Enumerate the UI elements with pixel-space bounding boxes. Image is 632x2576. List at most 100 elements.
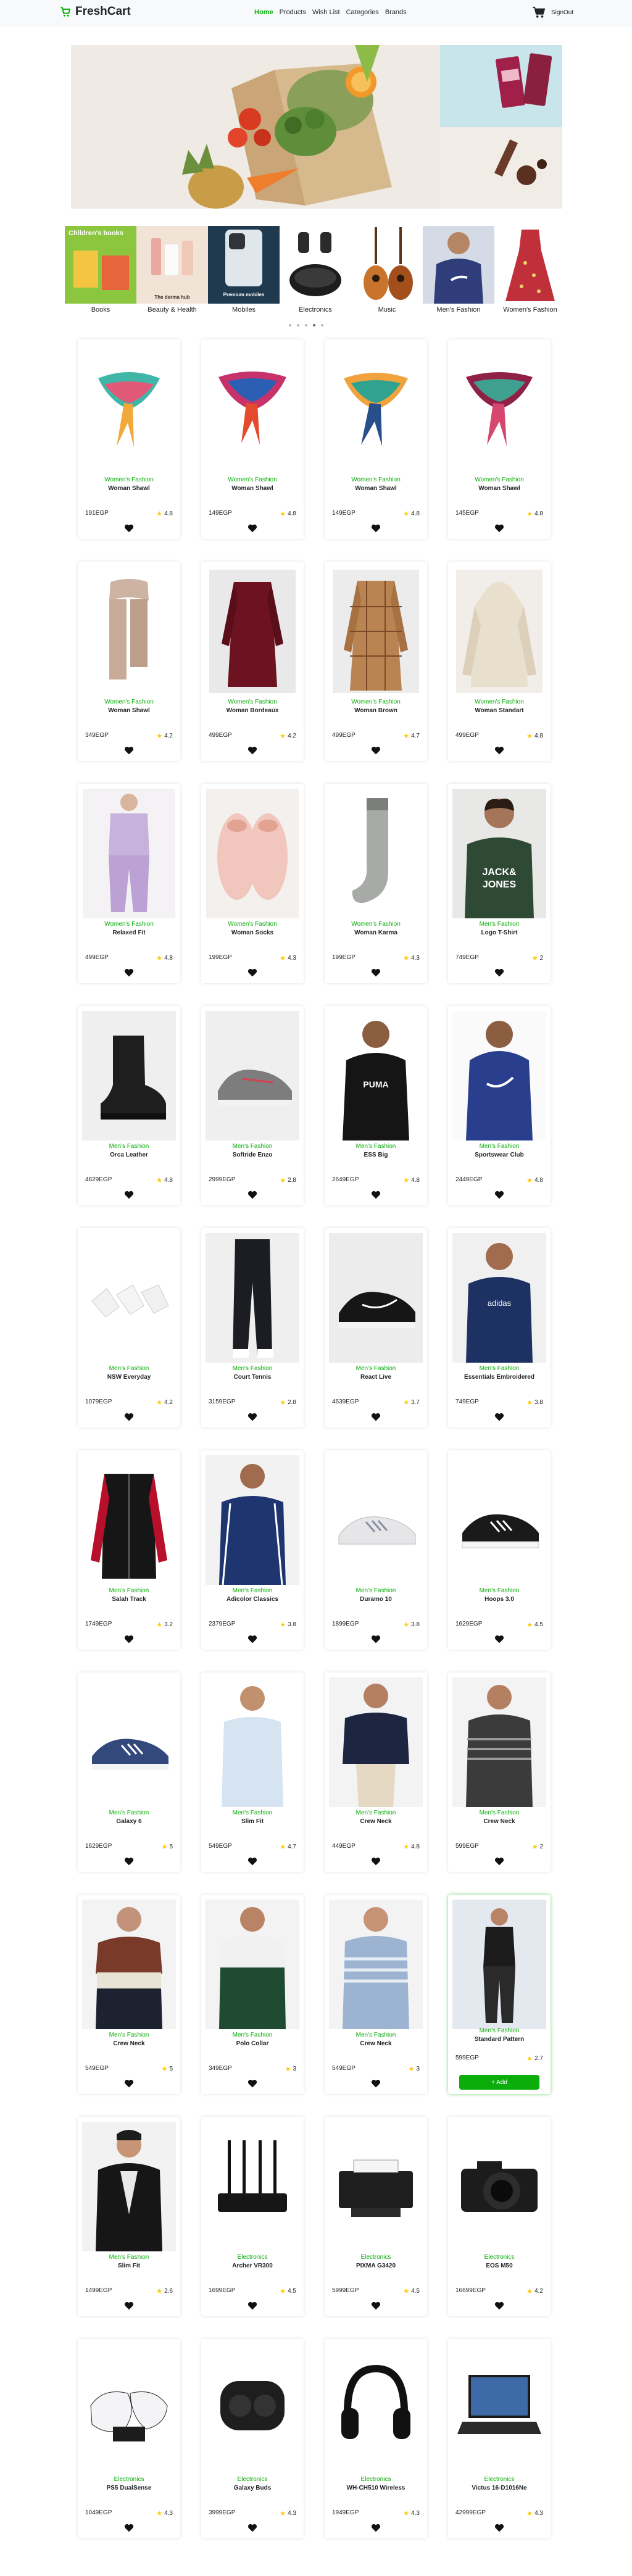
nav-link-categories[interactable]: Categories — [346, 9, 379, 16]
product-image[interactable] — [82, 1455, 176, 1585]
heart-icon[interactable] — [124, 1413, 134, 1421]
product-card[interactable]: Men's Fashion Salah Track 1749EGP ★ 3.2 — [78, 1450, 180, 1650]
product-card[interactable]: Men's Fashion Hoops 3.0 1629EGP ★ 4.5 — [448, 1450, 551, 1650]
product-card[interactable]: Men's Fashion Crew Neck 599EGP ★ 2 — [448, 1672, 551, 1872]
heart-icon[interactable] — [371, 746, 381, 755]
heart-icon[interactable] — [247, 2301, 257, 2310]
product-image[interactable] — [452, 2122, 546, 2251]
product-card[interactable]: Women's Fashion Woman Brown 499EGP ★ 4.7 — [325, 562, 427, 761]
product-image[interactable] — [206, 789, 299, 918]
product-image[interactable]: adidas — [452, 1233, 546, 1363]
product-card[interactable]: Women's Fashion Woman Shawl 145EGP ★ 4.8 — [448, 339, 551, 539]
heart-icon[interactable] — [247, 1635, 257, 1643]
product-image[interactable] — [329, 789, 423, 918]
product-image[interactable]: PUMA — [329, 1011, 423, 1141]
product-image[interactable] — [82, 344, 176, 474]
product-card[interactable]: Electronics WH-CH510 Wireless 1949EGP ★ 4.3 — [325, 2339, 427, 2538]
slider-dot[interactable] — [305, 324, 307, 326]
category-item-womens-fashion[interactable]: Women's Fashion — [494, 226, 566, 314]
heart-icon[interactable] — [247, 2079, 257, 2088]
product-image[interactable] — [329, 2122, 423, 2251]
heart-icon[interactable] — [247, 1857, 257, 1866]
product-card[interactable]: Women's Fashion Relaxed Fit 499EGP ★ 4.8 — [78, 784, 180, 983]
heart-icon[interactable] — [247, 1190, 257, 1199]
hero-slider[interactable] — [71, 45, 562, 209]
product-card[interactable]: adidas Men's Fashion Essentials Embroidere… — [448, 1228, 551, 1427]
category-item-mobiles[interactable]: Premium mobiles Mobiles — [208, 226, 280, 314]
product-image[interactable] — [82, 1900, 176, 2029]
product-image[interactable] — [206, 2122, 299, 2251]
product-image[interactable] — [82, 2122, 176, 2251]
product-card[interactable]: Women's Fashion Woman Shawl 191EGP ★ 4.8 — [78, 339, 180, 539]
heart-icon[interactable] — [371, 2524, 381, 2532]
heart-icon[interactable] — [124, 2524, 134, 2532]
product-image[interactable] — [206, 1677, 299, 1807]
heart-icon[interactable] — [494, 1413, 504, 1421]
heart-icon[interactable] — [124, 1635, 134, 1643]
product-card[interactable]: Electronics PS5 DualSense 1049EGP ★ 4.3 — [78, 2339, 180, 2538]
category-item-mens-fashion[interactable]: Men's Fashion — [423, 226, 494, 314]
heart-icon[interactable] — [124, 2301, 134, 2310]
product-card[interactable]: Men's Fashion Slim Fit 1499EGP ★ 2.6 — [78, 2117, 180, 2316]
heart-icon[interactable] — [494, 524, 504, 533]
heart-icon[interactable] — [247, 524, 257, 533]
product-image[interactable] — [206, 344, 299, 474]
product-image[interactable] — [82, 567, 176, 696]
product-card[interactable]: Women's Fashion Woman Bordeaux 499EGP ★ 4.2 — [201, 562, 304, 761]
product-card[interactable]: Men's Fashion Court Tennis 3159EGP ★ 2.8 — [201, 1228, 304, 1427]
nav-link-home[interactable]: Home — [254, 9, 273, 16]
product-card[interactable]: Women's Fashion Woman Shawl 149EGP ★ 4.8 — [325, 339, 427, 539]
heart-icon[interactable] — [371, 1635, 381, 1643]
product-image[interactable] — [206, 1233, 299, 1363]
heart-icon[interactable] — [247, 2524, 257, 2532]
product-image[interactable] — [329, 567, 423, 696]
product-image[interactable] — [206, 1455, 299, 1585]
heart-icon[interactable] — [124, 746, 134, 755]
product-image[interactable] — [82, 1011, 176, 1141]
heart-icon[interactable] — [371, 2301, 381, 2310]
product-card[interactable]: Men's Fashion Polo Collar 349EGP ★ 3 — [201, 1895, 304, 2094]
category-item-music[interactable]: Music — [351, 226, 423, 314]
product-card[interactable]: Men's Fashion Galaxy 6 1629EGP ★ 5 — [78, 1672, 180, 1872]
product-card[interactable]: Electronics Victus 16-D1016Ne 42999EGP ★ 4.3 — [448, 2339, 551, 2538]
slider-dot[interactable] — [289, 324, 291, 326]
product-image[interactable] — [452, 1455, 546, 1585]
cart-icon[interactable] — [532, 6, 546, 19]
product-image[interactable] — [452, 344, 546, 474]
product-card[interactable]: Electronics Archer VR300 1699EGP ★ 4.5 — [201, 2117, 304, 2316]
product-card[interactable]: Women's Fashion Woman Socks 199EGP ★ 4.3 — [201, 784, 304, 983]
product-image[interactable] — [329, 1455, 423, 1585]
product-image[interactable] — [82, 2344, 176, 2474]
product-image[interactable] — [452, 1900, 546, 2029]
category-item-books[interactable]: Children's books Books — [65, 226, 136, 314]
product-image[interactable] — [82, 1677, 176, 1807]
product-card[interactable]: Women's Fashion Woman Shawl 349EGP ★ 4.2 — [78, 562, 180, 761]
heart-icon[interactable] — [124, 524, 134, 533]
add-to-cart-button[interactable]: + Add — [459, 2075, 539, 2090]
product-card[interactable]: Women's Fashion Woman Karma 199EGP ★ 4.3 — [325, 784, 427, 983]
product-image[interactable] — [206, 2344, 299, 2474]
nav-link-brands[interactable]: Brands — [385, 9, 407, 16]
product-card[interactable]: Women's Fashion Woman Shawl 149EGP ★ 4.8 — [201, 339, 304, 539]
heart-icon[interactable] — [124, 1190, 134, 1199]
product-card[interactable]: Men's Fashion Softride Enzo 2999EGP ★ 2.8 — [201, 1006, 304, 1205]
heart-icon[interactable] — [494, 1857, 504, 1866]
slider-dot-active[interactable] — [313, 324, 315, 326]
product-image[interactable]: JACK& JONES — [452, 789, 546, 918]
product-card[interactable]: Electronics EOS M50 16699EGP ★ 4.2 — [448, 2117, 551, 2316]
product-image[interactable] — [82, 1233, 176, 1363]
heart-icon[interactable] — [494, 2524, 504, 2532]
heart-icon[interactable] — [247, 746, 257, 755]
product-image[interactable] — [452, 567, 546, 696]
product-card[interactable]: Men's Fashion Standard Pattern 599EGP ★ 2.7 +… — [448, 1895, 551, 2094]
nav-link-products[interactable]: Products — [280, 9, 306, 16]
product-card[interactable]: Men's Fashion Crew Neck 449EGP ★ 4.8 — [325, 1672, 427, 1872]
product-image[interactable] — [452, 1677, 546, 1807]
heart-icon[interactable] — [494, 1190, 504, 1199]
product-card[interactable]: Electronics PIXMA G3420 5999EGP ★ 4.5 — [325, 2117, 427, 2316]
product-card[interactable]: Men's Fashion Crew Neck 549EGP ★ 5 — [78, 1895, 180, 2094]
heart-icon[interactable] — [494, 1635, 504, 1643]
product-card[interactable]: JACK& JONES Men's Fashion Logo T-Shirt 749EG… — [448, 784, 551, 983]
heart-icon[interactable] — [371, 1190, 381, 1199]
brand-logo[interactable]: FreshCart — [59, 5, 131, 19]
